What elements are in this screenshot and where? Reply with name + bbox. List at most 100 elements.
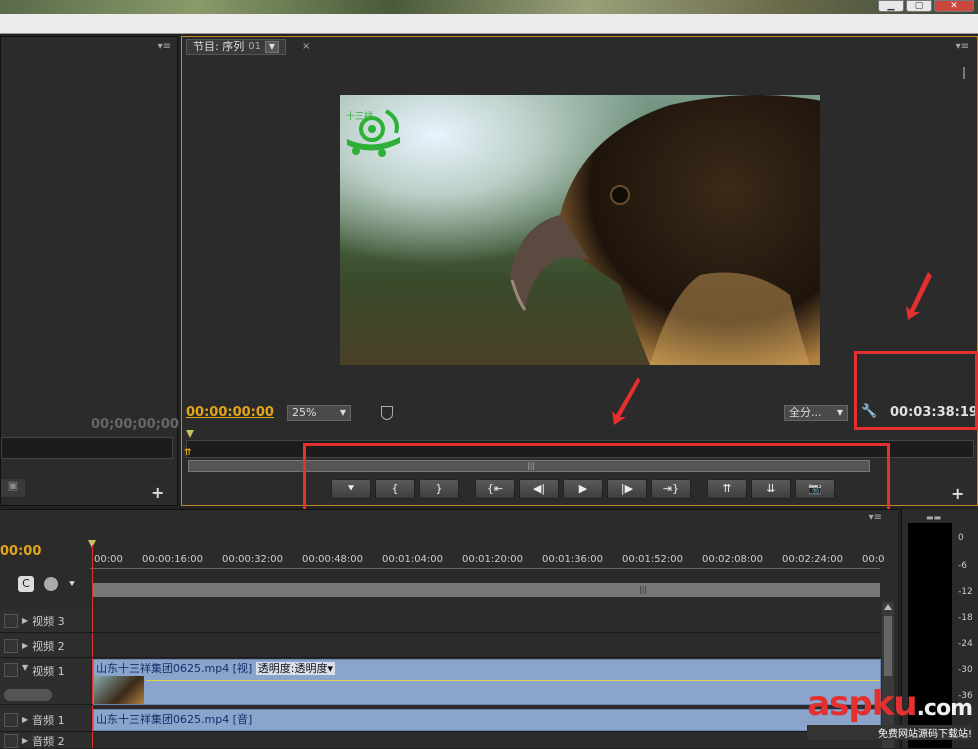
db-label: -24 — [958, 639, 973, 649]
resolution-select[interactable]: 全分... ▼ — [784, 405, 848, 421]
source-timecode[interactable]: 00;00;00;00 — [91, 417, 179, 432]
tab-label: 节目: 序列 — [193, 40, 245, 53]
audio-clip[interactable]: 山东十三祥集团0625.mp4 [音] — [93, 709, 881, 731]
tick-label: 00:01:36:00 — [542, 554, 604, 565]
meter-menu-icon[interactable]: ▬▬ — [926, 513, 941, 522]
display-style-toggle[interactable] — [4, 688, 52, 701]
track-label: 视频 3 — [32, 614, 65, 628]
scroll-thumb[interactable] — [884, 616, 892, 676]
playhead-marker[interactable] — [186, 430, 194, 438]
db-label: -12 — [958, 587, 973, 597]
chevron-right-icon[interactable]: ▶ — [22, 715, 28, 724]
marker-icon[interactable] — [381, 406, 393, 420]
track-label: 音频 1 — [32, 713, 65, 727]
chevron-down-icon: ▼ — [339, 408, 346, 417]
db-label: -30 — [958, 665, 973, 675]
track-header[interactable]: ▶ 视频 2 — [0, 634, 90, 657]
highlight-box-duration — [854, 351, 978, 430]
chevron-down-icon: ▼ — [836, 408, 843, 417]
scrollbar-grip: ||| — [639, 585, 648, 594]
track-header[interactable]: ▼ 视频 1 — [0, 659, 90, 704]
tick-label: 00:02:24:00 — [782, 554, 844, 565]
tick-label: 00:02:08:00 — [702, 554, 764, 565]
visibility-toggle[interactable] — [4, 638, 18, 653]
video-preview: 十三祥 — [340, 95, 820, 365]
mute-toggle[interactable] — [4, 733, 18, 748]
track-header[interactable]: ▶ 视频 3 — [0, 609, 90, 632]
minimize-button[interactable]: ▁ — [878, 0, 904, 12]
opacity-line[interactable] — [146, 680, 880, 681]
timeline-current-time[interactable]: 00:00 — [0, 544, 41, 559]
panel-scroll-handle[interactable] — [963, 67, 973, 79]
close-tab-icon[interactable]: × — [302, 41, 310, 52]
track-header[interactable]: ▶ 音频 1 — [0, 708, 90, 731]
track-label: 视频 1 — [32, 665, 65, 678]
source-time-ruler[interactable] — [1, 437, 173, 459]
track-label: 音频 2 — [32, 734, 65, 748]
tab-program[interactable]: 节目: 序列 01 ▼ — [186, 39, 286, 55]
tab-sequence-number: 01 — [248, 41, 261, 52]
tick-label: 00:00 — [94, 554, 123, 565]
chevron-right-icon[interactable]: ▶ — [22, 736, 28, 745]
close-button[interactable]: ✕ — [934, 0, 974, 12]
resolution-value: 全分... — [789, 406, 822, 419]
timeline-zoom-scrollbar[interactable]: ||| — [92, 583, 880, 597]
tick-label: 00:00:32:00 — [222, 554, 284, 565]
visibility-toggle[interactable] — [4, 613, 18, 628]
visibility-toggle[interactable] — [4, 663, 18, 677]
watermark-suffix: .com — [916, 696, 973, 721]
timeline-tools: C ⯆ — [18, 576, 76, 592]
red-arrow-icon — [612, 377, 640, 425]
chevron-right-icon[interactable]: ▶ — [22, 616, 28, 625]
snap-icon[interactable]: C — [18, 576, 34, 592]
eagle-image — [510, 95, 820, 365]
track-header[interactable]: ▶ 音频 2 — [0, 733, 90, 748]
track-row-video-1: ▼ 视频 1 山东十三祥集团0625.mp4 [视] 透明度:透明度▾ — [0, 659, 881, 705]
desktop-background-strip — [0, 0, 978, 14]
red-arrow-icon — [906, 272, 932, 320]
tick-label: 00:01:52:00 — [622, 554, 684, 565]
maximize-button[interactable]: ▢ — [906, 0, 932, 12]
track-row-audio-2: ▶ 音频 2 — [0, 733, 880, 748]
site-watermark: aspku.com 免费网站源码下载站! — [807, 687, 973, 740]
clip-thumbnail — [94, 676, 144, 704]
track-row-video-2: ▶ 视频 2 — [0, 634, 880, 658]
panel-menu-icon[interactable]: ▾≡ — [158, 41, 171, 52]
linked-selection-icon[interactable] — [44, 577, 58, 591]
effect-value: 透明度:透明度 — [257, 662, 328, 675]
mute-toggle[interactable] — [4, 712, 18, 727]
db-label: 0 — [958, 533, 964, 543]
program-current-time[interactable]: 00:00:00:00 — [186, 405, 274, 420]
company-logo: 十三祥 — [346, 109, 400, 157]
video-clip[interactable]: 山东十三祥集团0625.mp4 [视] 透明度:透明度▾ — [93, 659, 881, 705]
tick-label: 00:01:20:00 — [462, 554, 524, 565]
chevron-down-icon[interactable]: ▼ — [22, 663, 28, 672]
logo-text: 十三祥 — [346, 110, 373, 122]
panel-menu-icon[interactable]: ▾≡ — [956, 41, 969, 52]
camera-icon[interactable]: ▣ — [1, 479, 25, 497]
tick-label: 00:00:48:00 — [302, 554, 364, 565]
window-controls: ▁ ▢ ✕ — [878, 0, 974, 12]
zoom-select[interactable]: 25% ▼ — [287, 405, 351, 421]
effect-dropdown[interactable]: 透明度:透明度▾ — [255, 662, 336, 675]
add-button[interactable]: + — [151, 483, 164, 502]
clip-name: 山东十三祥集团0625.mp4 [视] — [96, 662, 253, 675]
chevron-down-icon[interactable]: ▼ — [264, 41, 279, 53]
clip-name: 山东十三祥集团0625.mp4 [音] — [96, 713, 253, 726]
source-monitor-panel: ▾≡ 00;00;00;00 ▣ + — [0, 36, 179, 506]
chevron-right-icon[interactable]: ▶ — [22, 641, 28, 650]
add-marker-icon[interactable]: ⯆ — [68, 579, 76, 590]
tick-label: 00:00:16:00 — [142, 554, 204, 565]
menu-bar — [0, 14, 978, 34]
add-button[interactable]: + — [951, 484, 964, 503]
playhead-handle[interactable]: ⇈ — [184, 448, 192, 458]
panel-menu-icon[interactable]: ▾≡ — [869, 512, 882, 523]
track-row-audio-1: ▶ 音频 1 山东十三祥集团0625.mp4 [音] — [0, 708, 881, 732]
tick-label: 00:01:04:00 — [382, 554, 444, 565]
watermark-tagline: 免费网站源码下载站! — [807, 725, 972, 740]
timeline-ruler[interactable]: 00:00 00:00:16:00 00:00:32:00 00:00:48:0… — [90, 540, 884, 580]
ruler-baseline — [90, 568, 880, 569]
db-label: -18 — [958, 613, 973, 623]
scroll-up-icon[interactable] — [884, 604, 892, 610]
watermark-brand: aspku — [807, 684, 917, 724]
